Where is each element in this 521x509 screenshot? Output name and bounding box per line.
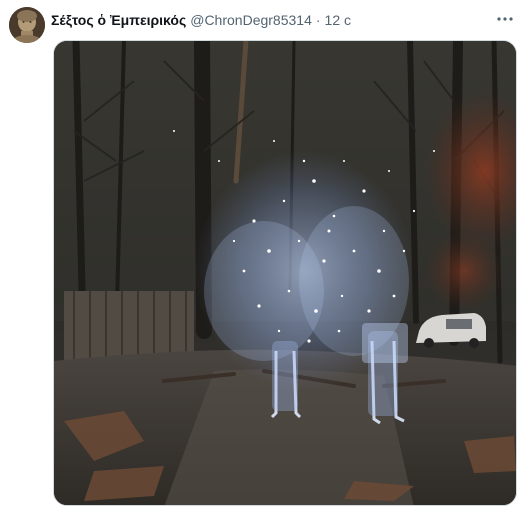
display-name[interactable]: Σέξτος ὁ Ἐμπειρικός xyxy=(51,11,186,29)
bust-icon xyxy=(9,7,45,43)
more-horizontal-icon xyxy=(497,17,513,21)
avatar[interactable] xyxy=(9,7,45,43)
video-still-image xyxy=(54,41,516,505)
tweet-media[interactable] xyxy=(53,40,517,506)
tweet-header: Σέξτος ὁ Ἐμπειρικός @ChronDegr85314 · 12… xyxy=(51,11,351,29)
user-handle[interactable]: @ChronDegr85314 xyxy=(190,11,312,29)
more-options-button[interactable] xyxy=(496,12,514,26)
timestamp[interactable]: 12 c xyxy=(325,11,351,29)
tweet-card: Σέξτος ὁ Ἐμπειρικός @ChronDegr85314 · 12… xyxy=(0,0,521,509)
separator-dot: · xyxy=(315,12,321,28)
